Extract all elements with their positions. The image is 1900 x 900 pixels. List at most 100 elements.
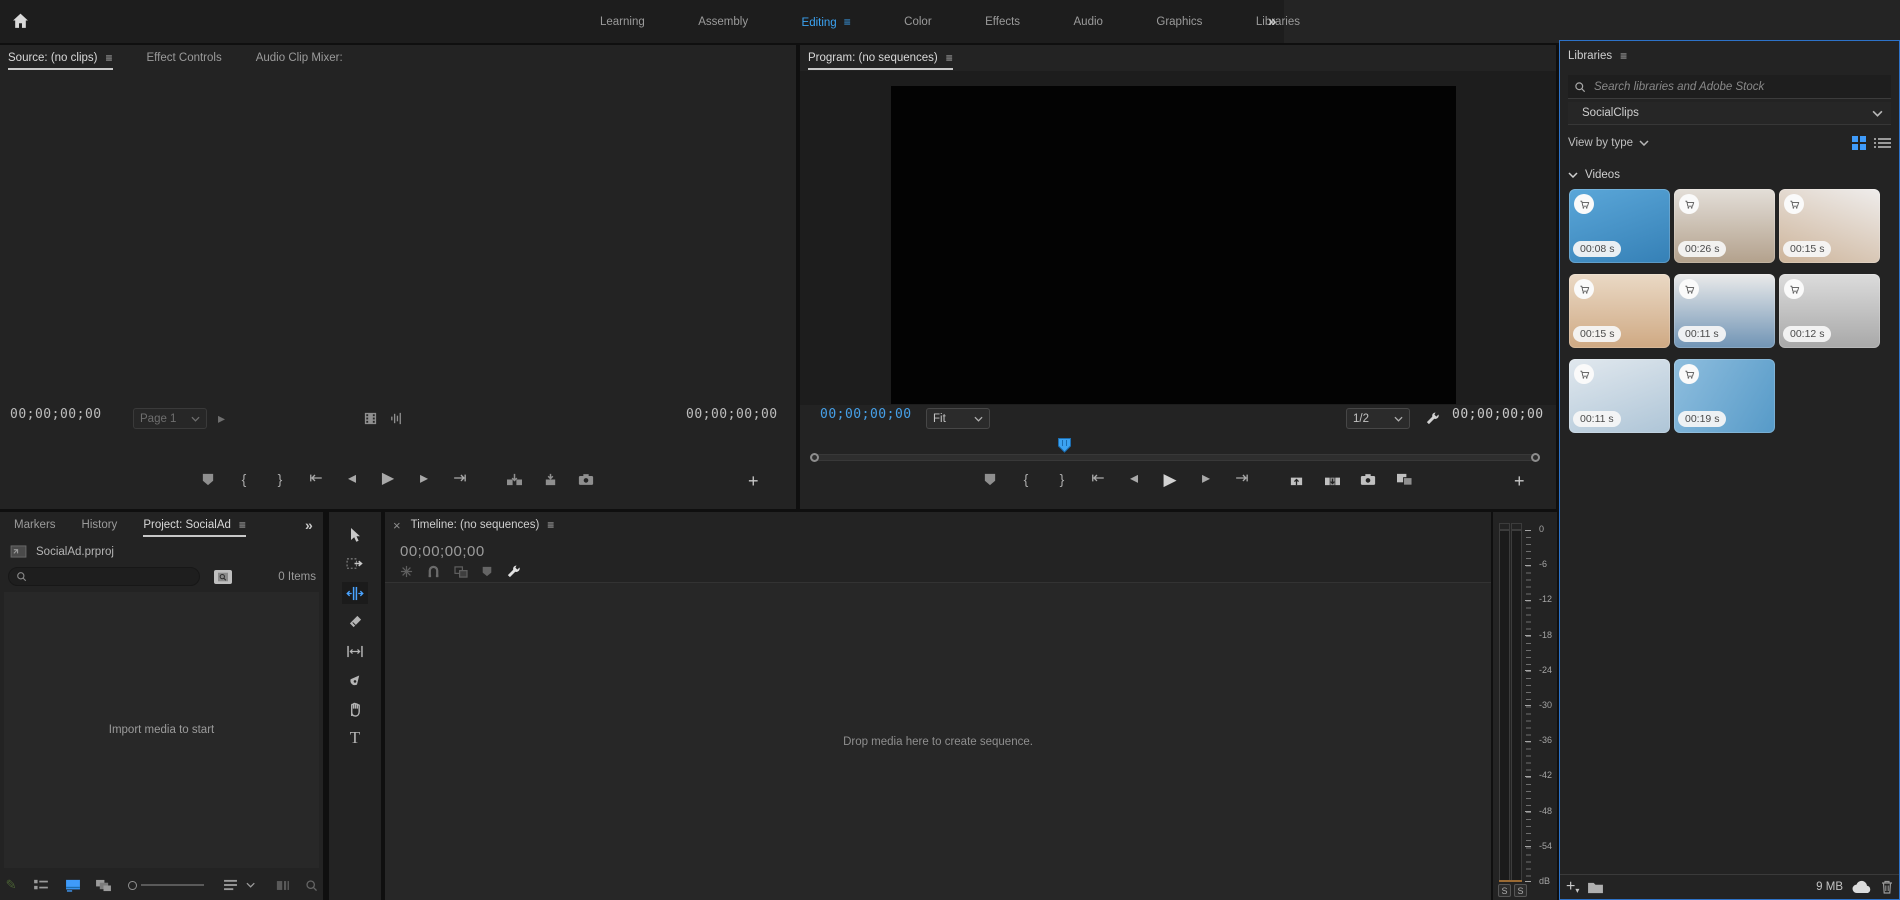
slip-tool[interactable]: [342, 640, 368, 662]
zoom-slider[interactable]: [141, 884, 204, 886]
snap-magnet-icon[interactable]: [427, 565, 440, 578]
video-thumbnail[interactable]: 00:11 s: [1569, 359, 1670, 433]
tab-assembly[interactable]: Assembly: [698, 16, 748, 28]
playhead-marker[interactable]: [1058, 438, 1071, 453]
add-to-cart-icon[interactable]: [1679, 279, 1699, 299]
insert-icon[interactable]: [502, 468, 526, 490]
page-selector-dropdown[interactable]: Page 1: [133, 408, 207, 429]
add-to-cart-icon[interactable]: [1574, 364, 1594, 384]
panel-menu-icon[interactable]: ≡: [105, 51, 112, 65]
scrubber-handle-right[interactable]: [1531, 453, 1540, 462]
step-back-icon[interactable]: ◂: [1122, 468, 1146, 490]
ripple-edit-tool[interactable]: [342, 582, 368, 604]
tab-editing[interactable]: Editing≡: [802, 15, 851, 29]
videos-section-header[interactable]: Videos: [1560, 163, 1899, 187]
hand-tool[interactable]: [342, 698, 368, 720]
mark-in-icon[interactable]: {: [1014, 468, 1038, 490]
tab-audio-clip-mixer[interactable]: Audio Clip Mixer:: [256, 45, 343, 71]
grid-view-icon[interactable]: [1852, 136, 1866, 150]
sort-icon[interactable]: [220, 874, 242, 896]
step-forward-icon[interactable]: ▸: [1194, 468, 1218, 490]
button-editor-plus[interactable]: +: [748, 472, 759, 490]
video-thumbnail[interactable]: 00:08 s: [1569, 189, 1670, 263]
go-to-in-icon[interactable]: ⇤: [1086, 468, 1110, 490]
search-bin-button[interactable]: [214, 570, 232, 584]
tab-learning[interactable]: Learning: [600, 16, 645, 28]
project-search-field[interactable]: [8, 567, 200, 586]
tab-effect-controls[interactable]: Effect Controls: [147, 45, 222, 71]
libraries-search[interactable]: [1568, 75, 1891, 99]
overwrite-icon[interactable]: [538, 468, 562, 490]
list-view-icon[interactable]: [30, 874, 52, 896]
new-folder-icon[interactable]: [1587, 881, 1604, 894]
solo-left-button[interactable]: S: [1498, 884, 1511, 897]
freeform-view-icon[interactable]: [92, 874, 114, 896]
add-content-button[interactable]: + ▾: [1566, 879, 1579, 895]
video-thumbnail[interactable]: 00:15 s: [1779, 189, 1880, 263]
drag-audio-icon[interactable]: [384, 407, 408, 429]
panel-menu-icon[interactable]: ≡: [239, 518, 246, 532]
project-empty-area[interactable]: Import media to start: [4, 592, 319, 868]
page-play-icon[interactable]: ▸: [218, 411, 225, 425]
add-to-cart-icon[interactable]: [1784, 194, 1804, 214]
solo-right-button[interactable]: S: [1514, 884, 1527, 897]
playback-resolution-dropdown[interactable]: 1/2: [1346, 408, 1410, 429]
video-thumbnail[interactable]: 00:15 s: [1569, 274, 1670, 348]
tab-history[interactable]: History: [82, 512, 118, 538]
lift-icon[interactable]: [1284, 468, 1308, 490]
extract-icon[interactable]: [1320, 468, 1344, 490]
tab-project-socialad[interactable]: Project: SocialAd≡: [143, 512, 246, 538]
list-view-icon[interactable]: [1878, 136, 1891, 150]
nest-sequence-icon[interactable]: [400, 565, 413, 578]
settings-wrench-icon[interactable]: [1420, 407, 1444, 429]
add-to-cart-icon[interactable]: [1679, 364, 1699, 384]
project-breadcrumb[interactable]: SocialAd.prproj: [10, 545, 114, 558]
linked-selection-icon[interactable]: [454, 566, 468, 578]
tab-libraries[interactable]: Libraries: [1256, 16, 1300, 28]
timeline-drop-zone[interactable]: Drop media here to create sequence.: [385, 582, 1491, 900]
scrubber-handle-left[interactable]: [810, 453, 819, 462]
video-thumbnail[interactable]: 00:26 s: [1674, 189, 1775, 263]
add-marker-icon[interactable]: [196, 468, 220, 490]
add-marker-icon[interactable]: [482, 566, 492, 577]
tab-markers[interactable]: Markers: [14, 512, 56, 538]
cloud-sync-icon[interactable]: [1851, 880, 1873, 894]
mark-out-icon[interactable]: }: [1050, 468, 1074, 490]
tab-graphics[interactable]: Graphics: [1156, 16, 1202, 28]
view-by-type-dropdown[interactable]: View by type: [1568, 137, 1633, 149]
export-frame-icon[interactable]: [574, 468, 598, 490]
workspace-overflow-button[interactable]: »: [1268, 0, 1276, 43]
drag-video-icon[interactable]: [358, 407, 382, 429]
pen-tool[interactable]: [342, 669, 368, 691]
timeline-timecode[interactable]: 00;00;00;00: [400, 542, 485, 560]
tab-libraries[interactable]: Libraries ≡: [1568, 43, 1627, 69]
libraries-search-input[interactable]: [1592, 80, 1885, 94]
zoom-level-dropdown[interactable]: Fit: [926, 408, 990, 429]
tab-timeline[interactable]: Timeline: (no sequences) ≡: [411, 512, 555, 538]
panel-menu-icon[interactable]: ≡: [1620, 49, 1627, 63]
close-icon[interactable]: ×: [393, 519, 401, 532]
type-tool[interactable]: T: [342, 727, 368, 749]
add-to-cart-icon[interactable]: [1574, 279, 1594, 299]
tab-source-no-clips[interactable]: Source: (no clips)≡: [8, 45, 113, 71]
play-icon[interactable]: ▶: [1158, 468, 1182, 490]
home-button[interactable]: [6, 8, 34, 34]
add-marker-icon[interactable]: [978, 468, 1002, 490]
comparison-view-icon[interactable]: [1392, 468, 1416, 490]
button-editor-plus[interactable]: +: [1514, 472, 1525, 490]
find-icon[interactable]: [301, 874, 323, 896]
program-scrubber-track[interactable]: [812, 454, 1540, 461]
go-to-out-icon[interactable]: ⇥: [448, 468, 472, 490]
add-to-cart-icon[interactable]: [1679, 194, 1699, 214]
panel-menu-icon[interactable]: ≡: [946, 51, 953, 65]
add-to-cart-icon[interactable]: [1574, 194, 1594, 214]
export-frame-icon[interactable]: [1356, 468, 1380, 490]
video-thumbnail[interactable]: 00:19 s: [1674, 359, 1775, 433]
selection-tool[interactable]: [342, 524, 368, 546]
zoom-out-icon[interactable]: [128, 881, 136, 890]
panel-menu-icon[interactable]: ≡: [844, 15, 851, 29]
step-back-icon[interactable]: ◂: [340, 468, 364, 490]
tab-effects[interactable]: Effects: [985, 16, 1020, 28]
go-to-out-icon[interactable]: ⇥: [1230, 468, 1254, 490]
mark-out-icon[interactable]: }: [268, 468, 292, 490]
